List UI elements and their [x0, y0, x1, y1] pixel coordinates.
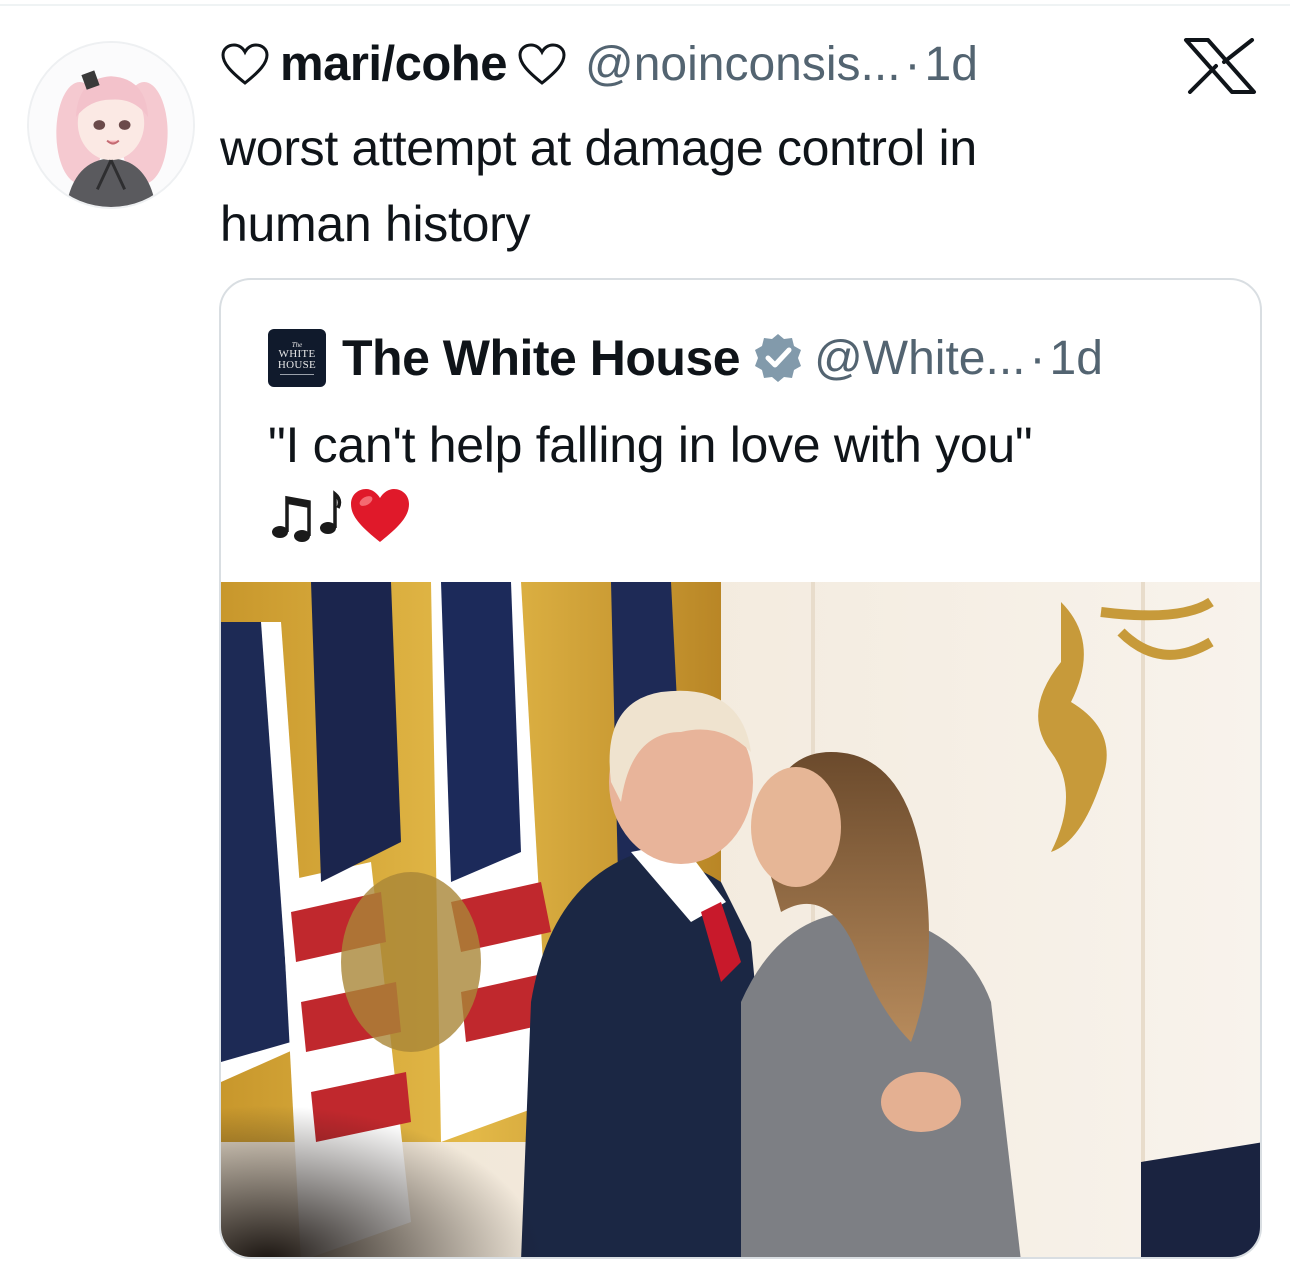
musical-notes-icon: [268, 488, 344, 544]
quoted-user-handle[interactable]: @White...: [814, 331, 1025, 386]
emoji-row: [268, 486, 412, 546]
red-heart-icon: [348, 486, 412, 546]
tweet-text-line: worst attempt at damage control in: [220, 120, 977, 176]
quoted-tweet-card[interactable]: The WHITE HOUSE The White House @White..…: [219, 278, 1262, 1259]
avatar[interactable]: [27, 41, 195, 209]
timestamp[interactable]: 1d: [925, 37, 978, 92]
quoted-display-name[interactable]: The White House: [342, 329, 741, 387]
display-name[interactable]: mari/cohe: [280, 36, 507, 92]
separator-dot: ·: [1029, 331, 1046, 385]
verified-badge-icon: [752, 332, 804, 384]
quoted-tweet-header: The WHITE HOUSE The White House @White..…: [268, 326, 1103, 390]
separator-dot: ·: [904, 37, 921, 91]
logo-text: HOUSE: [277, 359, 317, 371]
avatar-illustration: [29, 43, 193, 207]
quoted-timestamp[interactable]: 1d: [1050, 331, 1103, 386]
quoted-tweet-text: "I can't help falling in love with you": [268, 417, 1033, 473]
white-house-logo[interactable]: The WHITE HOUSE: [268, 329, 326, 387]
user-handle[interactable]: @noinconsis...: [585, 37, 901, 92]
tweet-text-line: human history: [220, 196, 531, 252]
logo-rule: [280, 374, 314, 375]
tweet-header: mari/cohe @noinconsis... · 1d: [220, 32, 978, 96]
x-logo-icon: [1180, 38, 1260, 94]
tweet-text: worst attempt at damage control in human…: [220, 110, 1220, 262]
heart-outline-icon: [517, 41, 567, 87]
photo-image: [221, 582, 1260, 1257]
heart-outline-icon: [220, 41, 270, 87]
quoted-tweet-photo[interactable]: [221, 582, 1260, 1257]
top-divider: [0, 4, 1290, 6]
